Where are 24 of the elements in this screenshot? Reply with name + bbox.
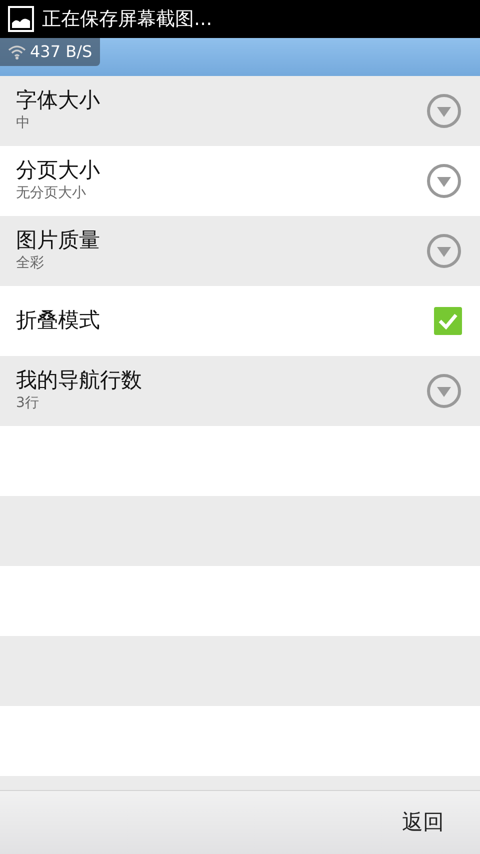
setting-title: 字体大小	[16, 88, 100, 114]
dropdown-icon[interactable]	[426, 373, 462, 409]
dropdown-icon[interactable]	[426, 163, 462, 199]
checkbox[interactable]	[434, 307, 462, 335]
setting-value: 全彩	[16, 254, 45, 274]
setting-title: 图片质量	[16, 228, 100, 254]
setting-row[interactable]: 折叠模式	[0, 286, 480, 356]
setting-title: 我的导航行数	[16, 368, 142, 394]
setting-row[interactable]: 我的导航行数 3行	[0, 356, 480, 426]
setting-value: 中	[16, 114, 31, 134]
setting-value: 3行	[16, 394, 40, 414]
setting-title: 折叠模式	[16, 308, 100, 334]
setting-title: 分页大小	[16, 158, 100, 184]
dropdown-icon[interactable]	[426, 93, 462, 129]
dropdown-icon[interactable]	[426, 233, 462, 269]
back-button[interactable]: 返回	[392, 802, 454, 842]
setting-row[interactable]: 字体大小 中	[0, 76, 480, 146]
wifi-icon	[8, 44, 26, 60]
notification-text: 正在保存屏幕截图...	[42, 6, 212, 32]
setting-row[interactable]: 分页大小 无分页大小	[0, 146, 480, 216]
picture-icon	[8, 6, 34, 32]
speed-overlay: 437 B/S	[0, 38, 100, 66]
setting-value: 无分页大小	[16, 184, 87, 204]
setting-row[interactable]: 图片质量 全彩	[0, 216, 480, 286]
